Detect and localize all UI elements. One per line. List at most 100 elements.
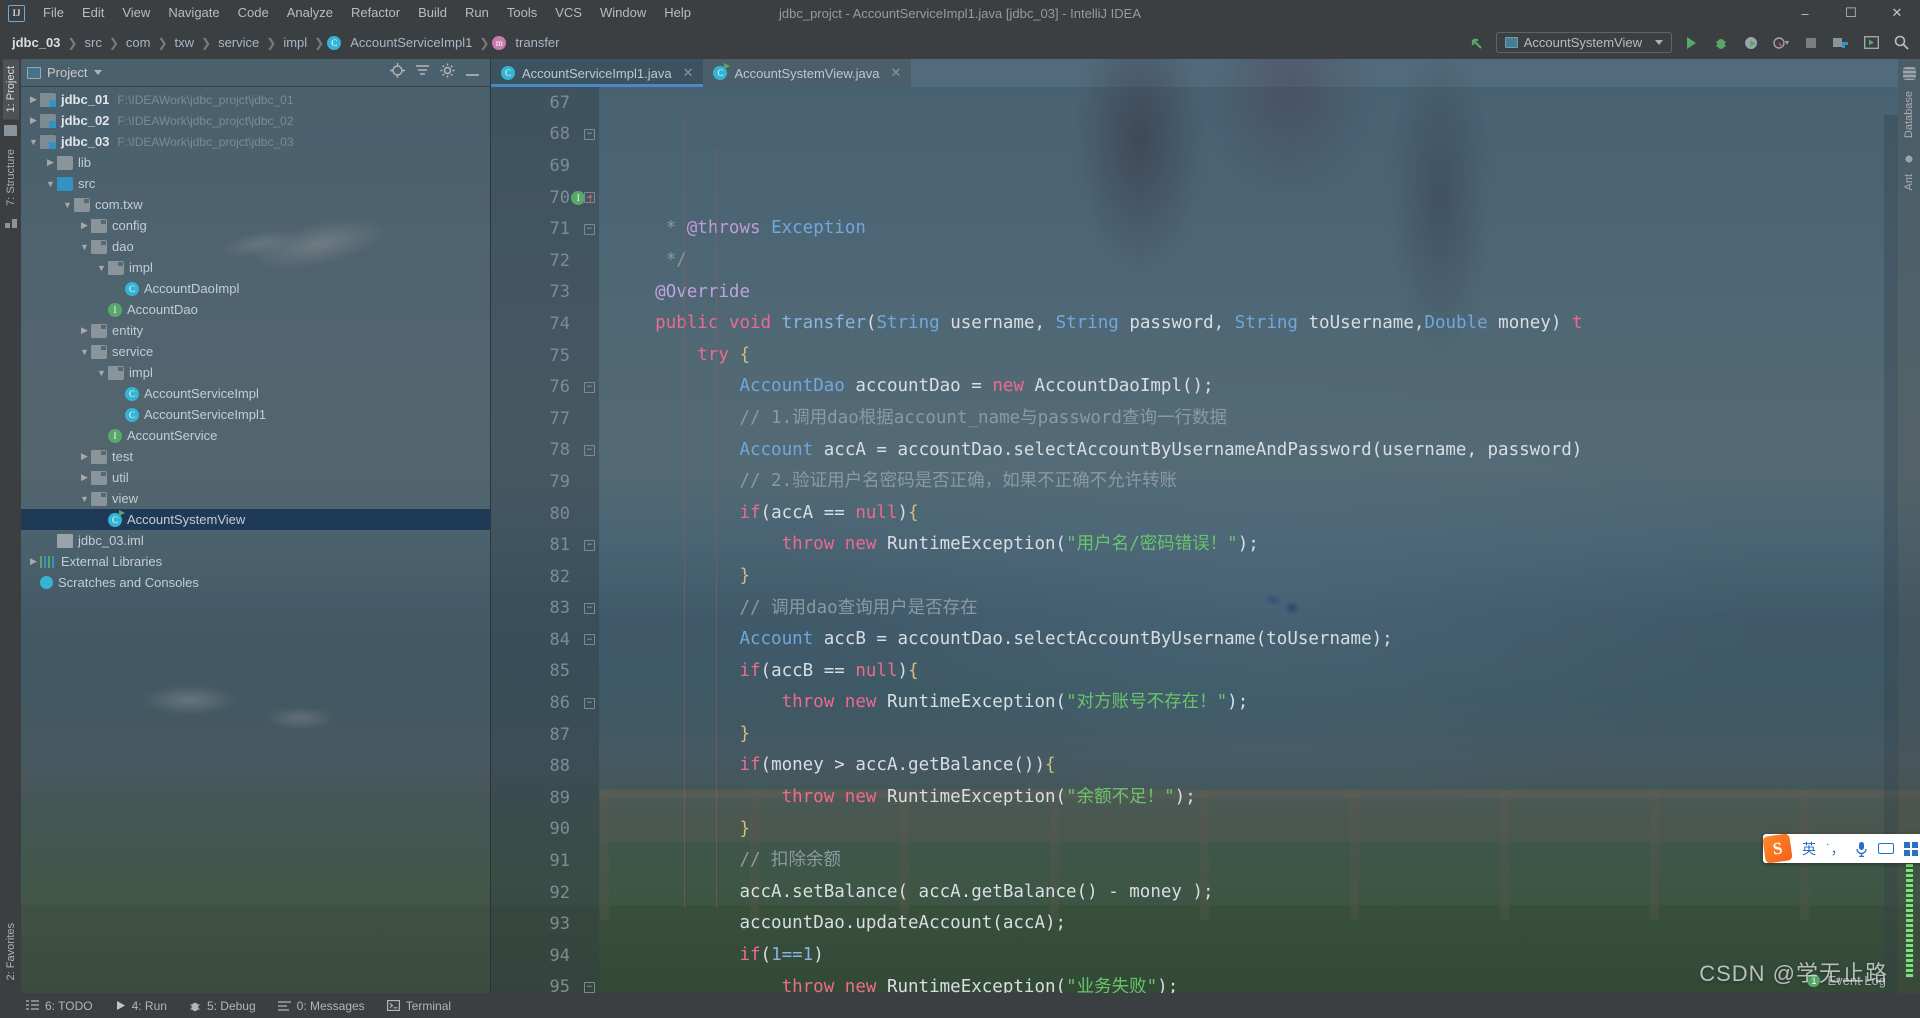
tree-node-lib[interactable]: ▶ lib xyxy=(21,152,490,173)
chevron-right-icon[interactable]: ▶ xyxy=(78,472,91,483)
gutter-line-77[interactable]: 77 xyxy=(491,403,599,435)
gutter-line-87[interactable]: 87 xyxy=(491,719,599,751)
tree-node-util[interactable]: ▶ util xyxy=(21,467,490,488)
chevron-down-icon[interactable] xyxy=(94,70,103,75)
gutter-line-68[interactable]: 68 − xyxy=(491,119,599,151)
code-line-81[interactable]: if(accB == null){ xyxy=(613,656,1898,688)
gutter-line-89[interactable]: 89 xyxy=(491,782,599,814)
collapse-all-icon[interactable] xyxy=(415,64,430,82)
breadcrumb-item-accountserviceimpl1[interactable]: C AccountServiceImpl1 xyxy=(327,33,476,52)
tree-node-jdbc-02[interactable]: ▶ jdbc_02 F:\IDEAWork\jdbc_projct\jdbc_02 xyxy=(21,110,490,131)
tree-node-jdbc-03-iml[interactable]: jdbc_03.iml xyxy=(21,530,490,551)
close-icon[interactable]: ✕ xyxy=(683,65,694,81)
code-line-84[interactable]: if(money > accA.getBalance()){ xyxy=(613,750,1898,782)
chevron-right-icon[interactable]: ▶ xyxy=(78,220,91,231)
code-line-85[interactable]: throw new RuntimeException("余额不足！"); xyxy=(613,782,1898,814)
gutter-line-74[interactable]: 74 xyxy=(491,308,599,340)
menu-item-help[interactable]: Help xyxy=(655,1,700,25)
sidebar-tab-ant[interactable]: Ant xyxy=(1901,167,1917,198)
tree-node-config[interactable]: ▶ config xyxy=(21,215,490,236)
gutter-line-78[interactable]: 78 − xyxy=(491,435,599,467)
close-icon[interactable]: ✕ xyxy=(890,65,901,81)
menu-item-run[interactable]: Run xyxy=(456,1,498,25)
menu-item-navigate[interactable]: Navigate xyxy=(159,1,228,25)
gutter-line-69[interactable]: 69 xyxy=(491,150,599,182)
fold-end-icon[interactable]: − xyxy=(584,128,595,140)
chevron-down-icon[interactable]: ▼ xyxy=(95,263,108,273)
ime-mode-button[interactable]: 英 xyxy=(1797,839,1821,859)
gutter-line-88[interactable]: 88 xyxy=(491,750,599,782)
sogou-ime-logo-icon[interactable]: S xyxy=(1762,833,1793,864)
maximize-button[interactable]: ☐ xyxy=(1828,0,1874,26)
chevron-right-icon[interactable]: ▶ xyxy=(44,157,57,168)
chevron-right-icon[interactable]: ▶ xyxy=(78,451,91,462)
apps-grid-icon[interactable] xyxy=(1899,841,1920,856)
menu-item-file[interactable]: File xyxy=(34,1,73,25)
gutter-line-71[interactable]: 71 − xyxy=(491,213,599,245)
code-line-78[interactable]: } xyxy=(613,561,1898,593)
fold-collapse-icon[interactable]: − xyxy=(584,192,595,204)
tree-node-external-libraries[interactable]: ▶ External Libraries xyxy=(21,551,490,572)
tree-node-jdbc-01[interactable]: ▶ jdbc_01 F:\IDEAWork\jdbc_projct\jdbc_01 xyxy=(21,89,490,110)
gutter-line-85[interactable]: 85 xyxy=(491,656,599,688)
stop-icon[interactable] xyxy=(1800,32,1822,54)
breadcrumb-item-jdbc_03[interactable]: jdbc_03 xyxy=(8,33,64,52)
code-line-67[interactable]: * @throws Exception xyxy=(613,213,1898,245)
gutter-line-76[interactable]: 76 − xyxy=(491,371,599,403)
menu-item-edit[interactable]: Edit xyxy=(73,1,113,25)
tree-node-accountdaoimpl[interactable]: C AccountDaoImpl xyxy=(21,278,490,299)
project-structure-icon[interactable] xyxy=(1830,32,1852,54)
chevron-down-icon[interactable]: ▼ xyxy=(44,179,57,189)
breadcrumb-item-impl[interactable]: impl xyxy=(279,33,311,52)
sidebar-tab-project[interactable]: 1: Project xyxy=(2,59,19,120)
fold-collapse-icon[interactable]: − xyxy=(584,981,595,993)
tree-node-com-txw[interactable]: ▼ com.txw xyxy=(21,194,490,215)
code-line-83[interactable]: } xyxy=(613,719,1898,751)
gutter-line-84[interactable]: 84 − xyxy=(491,624,599,656)
menu-item-tools[interactable]: Tools xyxy=(498,1,546,25)
code-line-77[interactable]: throw new RuntimeException("用户名/密码错误！"); xyxy=(613,529,1898,561)
status-item-todo[interactable]: 6: TODO xyxy=(26,999,93,1013)
tree-node-service[interactable]: ▼ service xyxy=(21,341,490,362)
gutter-line-92[interactable]: 92 xyxy=(491,877,599,909)
breadcrumb-item-transfer[interactable]: m transfer xyxy=(492,33,563,52)
chevron-right-icon[interactable]: ▶ xyxy=(27,556,40,567)
tree-node-view[interactable]: ▼ view xyxy=(21,488,490,509)
chevron-down-icon[interactable]: ▼ xyxy=(95,368,108,378)
tree-node-src[interactable]: ▼ src xyxy=(21,173,490,194)
close-button[interactable]: ✕ xyxy=(1874,0,1920,26)
menu-item-window[interactable]: Window xyxy=(591,1,655,25)
chevron-right-icon[interactable]: ▶ xyxy=(27,94,40,105)
chevron-down-icon[interactable]: ▼ xyxy=(27,137,40,147)
gutter-line-75[interactable]: 75 xyxy=(491,340,599,372)
tree-node-accountsystemview[interactable]: C AccountSystemView xyxy=(21,509,490,530)
sidebar-tab-favorites[interactable]: 2: Favorites xyxy=(3,916,19,987)
tree-node-impl[interactable]: ▼ impl xyxy=(21,362,490,383)
menu-item-code[interactable]: Code xyxy=(229,1,278,25)
profiler-icon[interactable] xyxy=(1770,32,1792,54)
gutter-line-82[interactable]: 82 xyxy=(491,561,599,593)
code-line-68[interactable]: */ xyxy=(613,245,1898,277)
chevron-down-icon[interactable]: ▼ xyxy=(78,347,91,357)
locate-icon[interactable] xyxy=(390,62,405,83)
update-icon[interactable] xyxy=(1860,32,1882,54)
code-line-69[interactable]: @Override xyxy=(613,277,1898,309)
menu-item-vcs[interactable]: VCS xyxy=(546,1,591,25)
ime-punctuation-button[interactable]: ˙， xyxy=(1821,839,1850,859)
search-everywhere-icon[interactable] xyxy=(1890,32,1912,54)
menu-item-refactor[interactable]: Refactor xyxy=(342,1,409,25)
run-configuration-selector[interactable]: AccountSystemView xyxy=(1495,32,1672,53)
run-icon[interactable] xyxy=(1680,32,1702,54)
tree-node-test[interactable]: ▶ test xyxy=(21,446,490,467)
tree-node-accountservice[interactable]: I AccountService xyxy=(21,425,490,446)
gutter-line-93[interactable]: 93 xyxy=(491,908,599,940)
code-line-86[interactable]: } xyxy=(613,814,1898,846)
gutter-line-79[interactable]: 79 xyxy=(491,466,599,498)
minimize-button[interactable]: – xyxy=(1782,0,1828,26)
gutter-line-70[interactable]: 70 I ↑ − xyxy=(491,182,599,214)
menu-item-view[interactable]: View xyxy=(113,1,159,25)
code-line-80[interactable]: Account accB = accountDao.selectAccountB… xyxy=(613,624,1898,656)
fold-end-icon[interactable]: − xyxy=(584,697,595,709)
code-line-88[interactable]: accA.setBalance( accA.getBalance() - mon… xyxy=(613,877,1898,909)
code-line-87[interactable]: // 扣除余额 xyxy=(613,845,1898,877)
